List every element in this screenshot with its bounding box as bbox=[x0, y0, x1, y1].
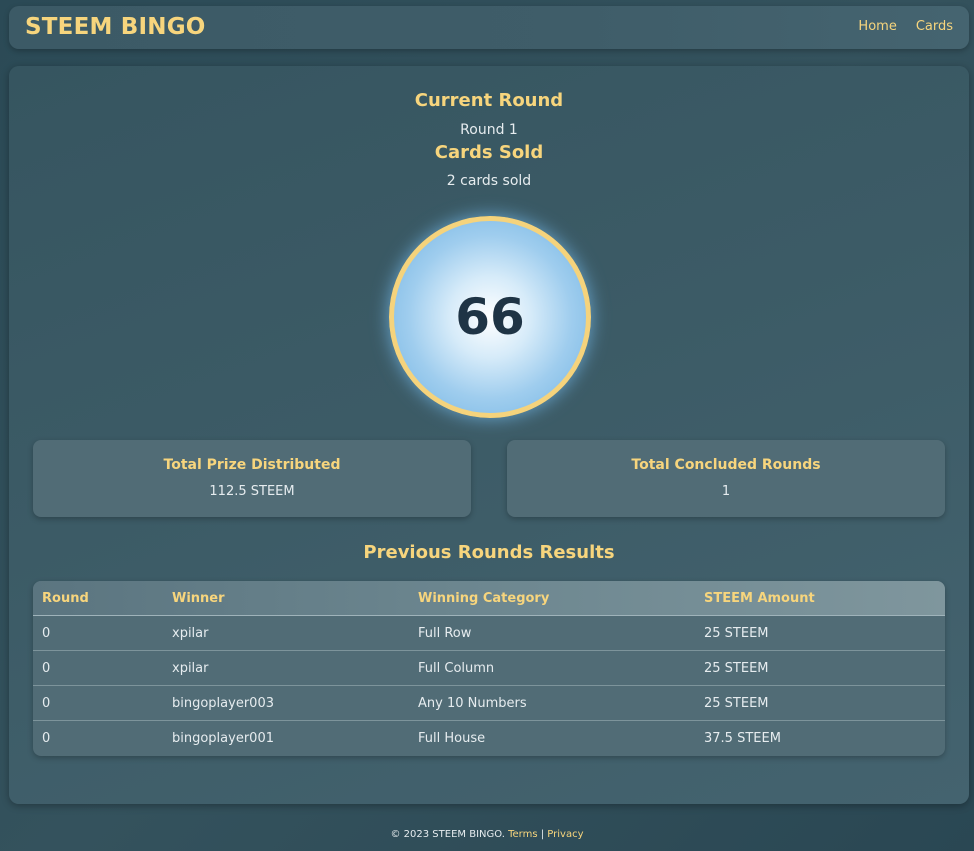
cell-amount: 25 STEEM bbox=[704, 661, 769, 676]
main-panel: Current Round Round 1 Cards Sold 2 cards… bbox=[9, 66, 969, 804]
footer-separator: | bbox=[540, 829, 545, 840]
cards-sold-value: 2 cards sold bbox=[446, 173, 532, 189]
column-header-round: Round bbox=[42, 591, 89, 606]
table-row: 0 xpilar Full Row 25 STEEM bbox=[33, 616, 945, 651]
cell-winner: xpilar bbox=[172, 661, 209, 676]
total-rounds-card: Total Concluded Rounds 1 bbox=[507, 440, 945, 517]
cell-round: 0 bbox=[42, 626, 51, 641]
cell-winner: xpilar bbox=[172, 626, 209, 641]
nav-link-cards[interactable]: Cards bbox=[916, 19, 953, 34]
cell-amount: 25 STEEM bbox=[704, 626, 769, 641]
cell-winner: bingoplayer001 bbox=[172, 731, 274, 746]
total-rounds-title: Total Concluded Rounds bbox=[631, 457, 821, 473]
total-rounds-value: 1 bbox=[721, 484, 731, 499]
column-header-winner: Winner bbox=[172, 591, 225, 606]
cell-amount: 25 STEEM bbox=[704, 696, 769, 711]
cell-round: 0 bbox=[42, 731, 51, 746]
table-header: Round Winner Winning Category STEEM Amou… bbox=[33, 581, 945, 616]
cell-category: Full House bbox=[418, 731, 486, 746]
previous-rounds-heading: Previous Rounds Results bbox=[363, 542, 615, 563]
current-round-heading: Current Round bbox=[414, 90, 564, 111]
bingo-ball-number: 66 bbox=[455, 288, 525, 346]
total-prize-value: 112.5 STEEM bbox=[209, 484, 295, 499]
table-row: 0 bingoplayer001 Full House 37.5 STEEM bbox=[33, 721, 945, 756]
total-prize-card: Total Prize Distributed 112.5 STEEM bbox=[33, 440, 471, 517]
current-round-value: Round 1 bbox=[460, 122, 518, 138]
navbar: STEEM BINGO Home Cards bbox=[9, 6, 969, 49]
cell-round: 0 bbox=[42, 661, 51, 676]
footer-copyright: © 2023 STEEM BINGO. bbox=[390, 829, 505, 840]
brand-logo-text[interactable]: STEEM BINGO bbox=[25, 14, 206, 40]
cell-amount: 37.5 STEEM bbox=[704, 731, 781, 746]
footer-terms-link[interactable]: Terms bbox=[508, 829, 537, 840]
footer: © 2023 STEEM BINGO. Terms | Privacy bbox=[0, 829, 974, 840]
total-prize-title: Total Prize Distributed bbox=[163, 457, 341, 473]
nav-links: Home Cards bbox=[858, 19, 953, 34]
footer-privacy-link[interactable]: Privacy bbox=[547, 829, 583, 840]
bingo-ball: 66 bbox=[389, 216, 591, 418]
cell-category: Full Column bbox=[418, 661, 495, 676]
table-row: 0 xpilar Full Column 25 STEEM bbox=[33, 651, 945, 686]
cell-round: 0 bbox=[42, 696, 51, 711]
cell-winner: bingoplayer003 bbox=[172, 696, 274, 711]
cards-sold-heading: Cards Sold bbox=[434, 142, 544, 163]
column-header-category: Winning Category bbox=[418, 591, 550, 606]
cell-category: Any 10 Numbers bbox=[418, 696, 527, 711]
results-table: Round Winner Winning Category STEEM Amou… bbox=[33, 581, 945, 756]
table-row: 0 bingoplayer003 Any 10 Numbers 25 STEEM bbox=[33, 686, 945, 721]
cell-category: Full Row bbox=[418, 626, 472, 641]
nav-link-home[interactable]: Home bbox=[858, 19, 896, 34]
column-header-amount: STEEM Amount bbox=[704, 591, 815, 606]
